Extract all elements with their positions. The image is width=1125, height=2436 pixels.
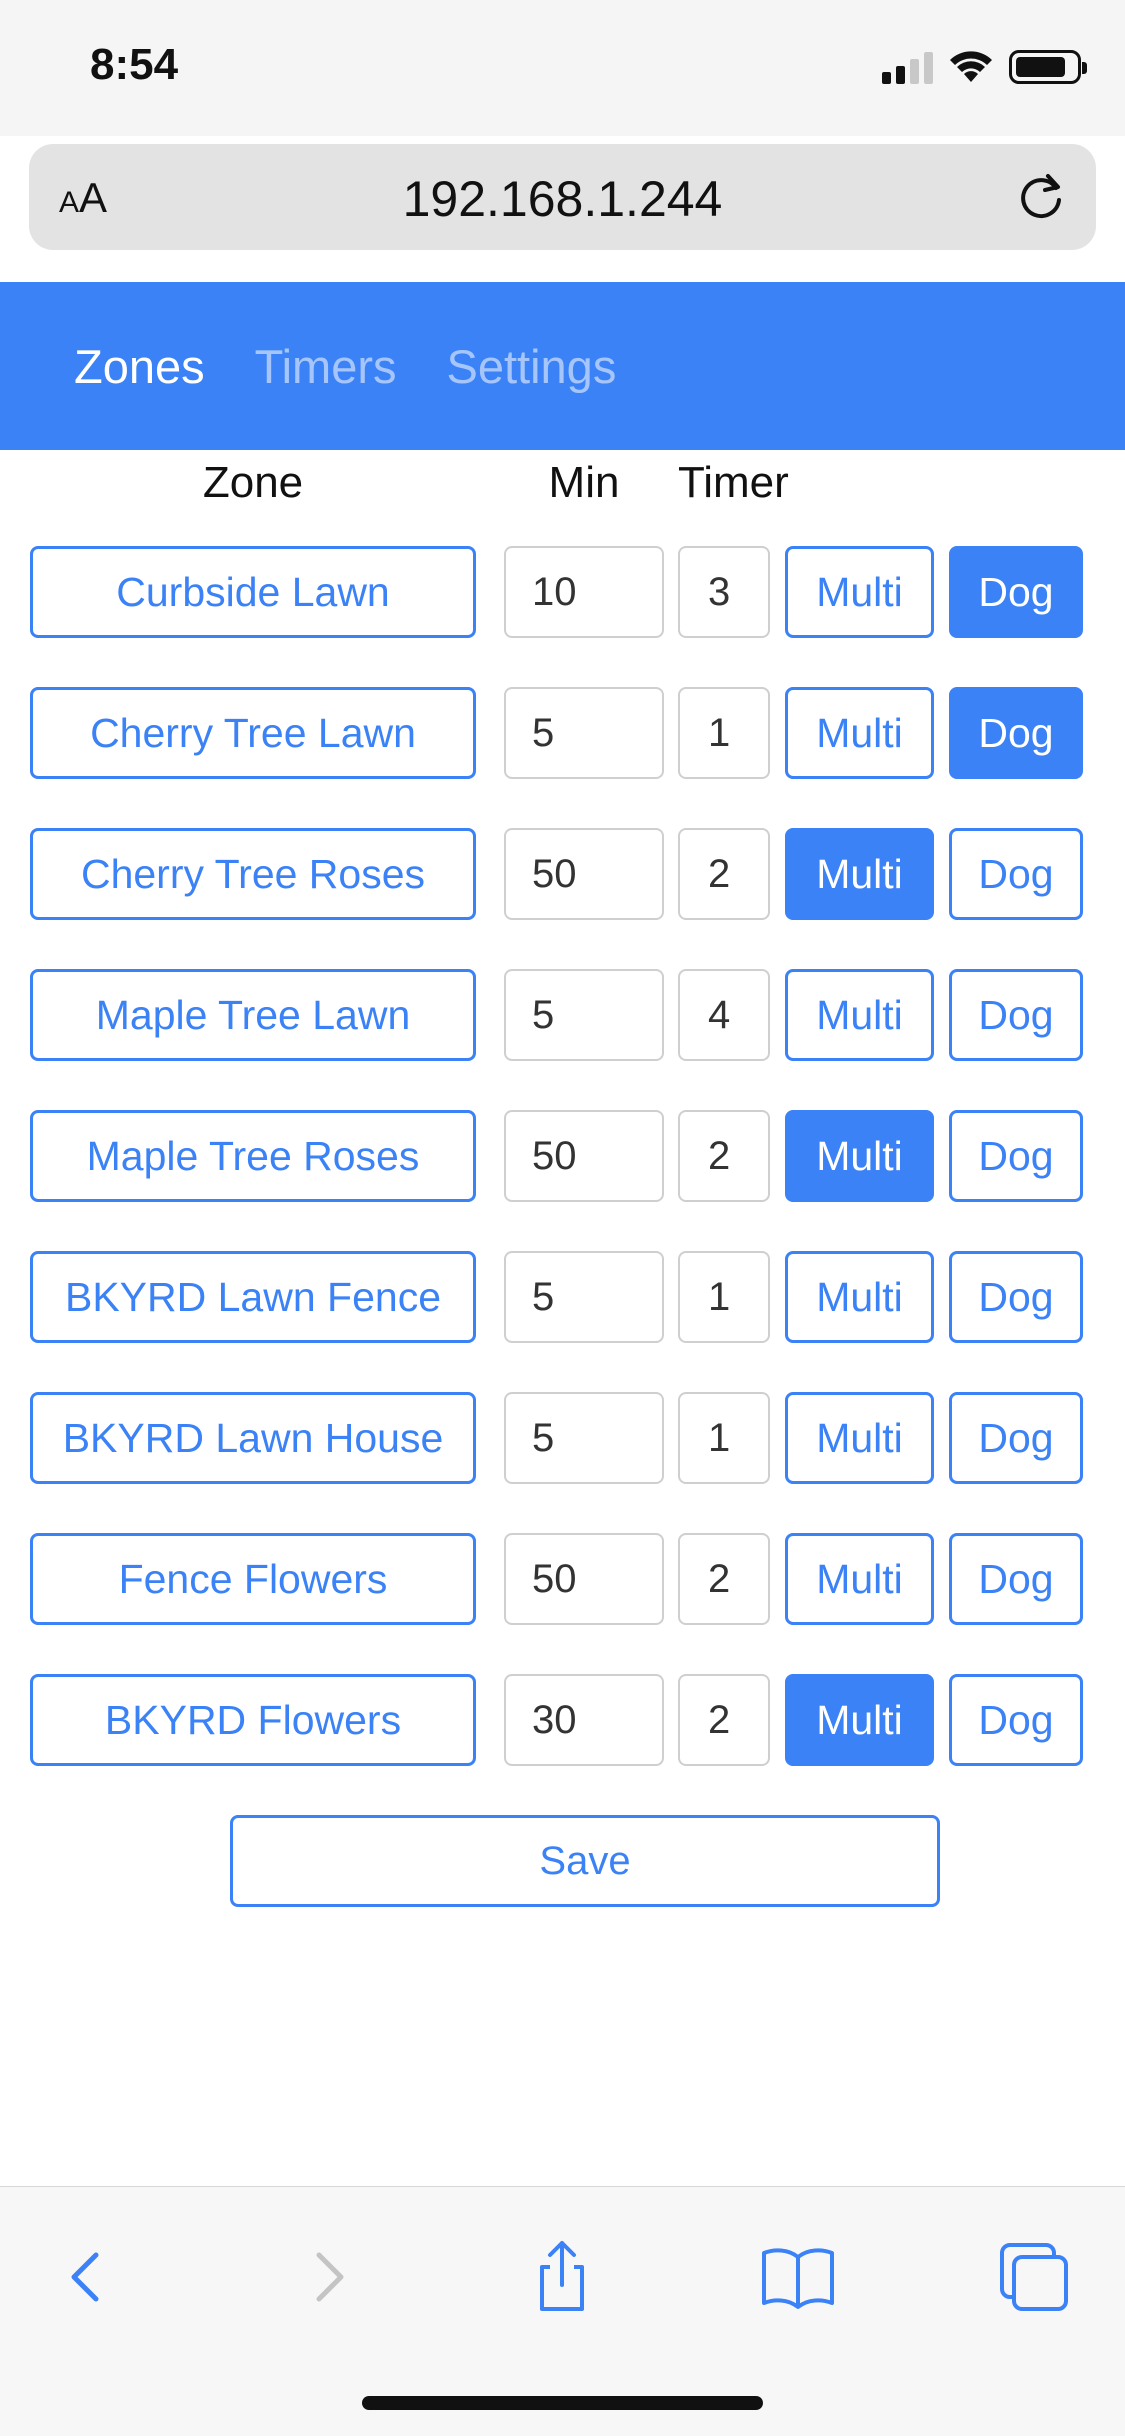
- dog-toggle[interactable]: Dog: [949, 828, 1083, 920]
- tabs-icon[interactable]: [994, 2237, 1074, 2317]
- zone-button[interactable]: Maple Tree Roses: [30, 1110, 476, 1202]
- dog-toggle[interactable]: Dog: [949, 1251, 1083, 1343]
- home-indicator: [362, 2396, 763, 2410]
- header-timer: Timer: [678, 458, 789, 507]
- zone-row: Maple Tree Lawn 5 4 Multi Dog: [0, 969, 1125, 1110]
- status-time: 8:54: [90, 40, 179, 89]
- zone-list: Curbside Lawn 10 3 Multi Dog Cherry Tree…: [0, 546, 1125, 1815]
- timer-input[interactable]: 3: [678, 546, 770, 638]
- zone-button[interactable]: Fence Flowers: [30, 1533, 476, 1625]
- minutes-input[interactable]: 10: [504, 546, 664, 638]
- zone-row: Cherry Tree Roses 50 2 Multi Dog: [0, 828, 1125, 969]
- wifi-icon: [950, 51, 992, 82]
- battery-icon: [1009, 50, 1087, 84]
- forward-icon: [316, 2252, 344, 2302]
- dog-toggle[interactable]: Dog: [949, 687, 1083, 779]
- zone-row: Maple Tree Roses 50 2 Multi Dog: [0, 1110, 1125, 1251]
- zone-button[interactable]: Cherry Tree Roses: [30, 828, 476, 920]
- timer-input[interactable]: 2: [678, 828, 770, 920]
- dog-toggle[interactable]: Dog: [949, 546, 1083, 638]
- bookmarks-icon[interactable]: [758, 2237, 838, 2317]
- multi-toggle[interactable]: Multi: [785, 1110, 934, 1202]
- multi-toggle[interactable]: Multi: [785, 1251, 934, 1343]
- timer-input[interactable]: 2: [678, 1533, 770, 1625]
- multi-toggle[interactable]: Multi: [785, 1392, 934, 1484]
- multi-toggle[interactable]: Multi: [785, 969, 934, 1061]
- zone-row: BKYRD Flowers 30 2 Multi Dog: [0, 1674, 1125, 1815]
- column-headers: Zone Min Timer: [0, 458, 1125, 518]
- dog-toggle[interactable]: Dog: [949, 1392, 1083, 1484]
- timer-input[interactable]: 1: [678, 687, 770, 779]
- header-min: Min: [548, 458, 620, 507]
- minutes-input[interactable]: 5: [504, 1251, 664, 1343]
- zone-row: BKYRD Lawn House 5 1 Multi Dog: [0, 1392, 1125, 1533]
- tab-settings[interactable]: Settings: [447, 339, 617, 394]
- zone-row: Curbside Lawn 10 3 Multi Dog: [0, 546, 1125, 687]
- multi-toggle[interactable]: Multi: [785, 546, 934, 638]
- minutes-input[interactable]: 5: [504, 1392, 664, 1484]
- back-icon[interactable]: [48, 2237, 128, 2317]
- zone-button[interactable]: BKYRD Lawn House: [30, 1392, 476, 1484]
- timer-input[interactable]: 4: [678, 969, 770, 1061]
- url-text[interactable]: 192.168.1.244: [29, 170, 1096, 228]
- minutes-input[interactable]: 50: [504, 1110, 664, 1202]
- status-icons: [882, 50, 1087, 84]
- minutes-input[interactable]: 5: [504, 969, 664, 1061]
- minutes-input[interactable]: 5: [504, 687, 664, 779]
- minutes-input[interactable]: 50: [504, 1533, 664, 1625]
- reload-icon[interactable]: [1012, 168, 1070, 226]
- dog-toggle[interactable]: Dog: [949, 1533, 1083, 1625]
- zone-row: Fence Flowers 50 2 Multi Dog: [0, 1533, 1125, 1674]
- multi-toggle[interactable]: Multi: [785, 687, 934, 779]
- multi-toggle[interactable]: Multi: [785, 1674, 934, 1766]
- address-bar[interactable]: AA 192.168.1.244: [29, 144, 1096, 250]
- zone-button[interactable]: Maple Tree Lawn: [30, 969, 476, 1061]
- zone-button[interactable]: BKYRD Flowers: [30, 1674, 476, 1766]
- save-button[interactable]: Save: [230, 1815, 940, 1907]
- header-zone: Zone: [202, 458, 304, 507]
- tab-zones[interactable]: Zones: [74, 339, 205, 394]
- timer-input[interactable]: 1: [678, 1392, 770, 1484]
- zone-button[interactable]: Curbside Lawn: [30, 546, 476, 638]
- dog-toggle[interactable]: Dog: [949, 1674, 1083, 1766]
- timer-input[interactable]: 2: [678, 1674, 770, 1766]
- minutes-input[interactable]: 50: [504, 828, 664, 920]
- dog-toggle[interactable]: Dog: [949, 969, 1083, 1061]
- tab-timers[interactable]: Timers: [255, 339, 397, 394]
- status-bar: 8:54: [0, 0, 1125, 136]
- share-icon[interactable]: [522, 2237, 602, 2317]
- minutes-input[interactable]: 30: [504, 1674, 664, 1766]
- cellular-signal-icon: [882, 50, 933, 84]
- zone-row: Cherry Tree Lawn 5 1 Multi Dog: [0, 687, 1125, 828]
- multi-toggle[interactable]: Multi: [785, 1533, 934, 1625]
- dog-toggle[interactable]: Dog: [949, 1110, 1083, 1202]
- timer-input[interactable]: 2: [678, 1110, 770, 1202]
- timer-input[interactable]: 1: [678, 1251, 770, 1343]
- zone-row: BKYRD Lawn Fence 5 1 Multi Dog: [0, 1251, 1125, 1392]
- zone-button[interactable]: Cherry Tree Lawn: [30, 687, 476, 779]
- multi-toggle[interactable]: Multi: [785, 828, 934, 920]
- zone-button[interactable]: BKYRD Lawn Fence: [30, 1251, 476, 1343]
- top-navigation: Zones Timers Settings: [0, 282, 1125, 450]
